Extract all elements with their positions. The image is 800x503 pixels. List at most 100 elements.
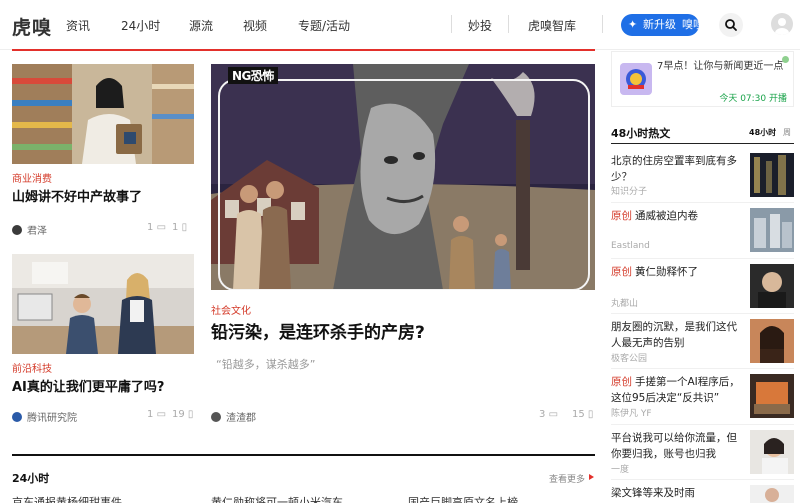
feature-title[interactable]: 铅污染，是连环杀手的产房?	[211, 318, 425, 343]
author-avatar	[12, 225, 22, 235]
hot-item-divider	[611, 313, 794, 314]
article-category[interactable]: 商业消费	[12, 170, 52, 185]
hot-tab-48h[interactable]: 48小时	[749, 127, 776, 138]
hot-item-source: Eastland	[611, 241, 650, 251]
article-title[interactable]: 山姆讲不好中产故事了	[12, 186, 142, 205]
nav-item-miaotou[interactable]: 妙投	[468, 17, 492, 34]
comment-icon: ▭	[156, 409, 167, 420]
hot-item-thumbnail	[750, 485, 794, 503]
search-icon	[725, 19, 737, 31]
hot-item-title: 原创 通威被迫内卷	[611, 210, 698, 222]
arrow-right-icon	[589, 474, 594, 480]
nav-item-video[interactable]: 视频	[243, 17, 267, 34]
nav-item-news[interactable]: 资讯	[66, 17, 90, 34]
upgrade-label: 新升级	[643, 18, 676, 31]
article-thumbnail[interactable]	[12, 254, 194, 354]
section-divider	[12, 454, 595, 456]
view-more-link[interactable]: 查看更多	[549, 472, 585, 485]
hot-list-item[interactable]: 原创 黄仁勋释怀了 丸都山	[611, 264, 794, 310]
nav-divider	[451, 15, 452, 33]
section-accent-line	[12, 49, 595, 51]
feature-badge: NG恐怖	[228, 67, 278, 84]
hot-item-source: 知识分子	[611, 187, 648, 197]
hot-item-thumbnail	[750, 374, 794, 418]
article-thumbnail[interactable]	[12, 64, 194, 164]
article-category[interactable]: 前沿科技	[12, 360, 52, 375]
upgrade-button[interactable]: ✦ 新升级嗅嗅会	[621, 14, 699, 36]
hot-item-divider	[611, 368, 794, 369]
favorite-count: 15 ▯	[572, 409, 594, 420]
nav-divider	[508, 15, 509, 33]
bookmark-icon: ▯	[181, 222, 188, 233]
hot-list-item[interactable]: 平台说我可以给你流量，但你要归我，账号也归我 一度	[611, 430, 794, 476]
nav-item-topics[interactable]: 专题/活动	[298, 17, 350, 34]
news-headline[interactable]: 京东通报黄杨细甜事件	[12, 494, 122, 503]
site-logo[interactable]: 虎嗅	[12, 13, 52, 40]
hot-item-divider	[611, 479, 794, 480]
hot-list-title: 48小时热文	[611, 127, 671, 140]
nav-divider	[602, 15, 603, 33]
nav-item-think-tank[interactable]: 虎嗅智库	[528, 17, 576, 34]
feature-quote: “铅越多，谋杀越多”	[216, 358, 316, 371]
hot-list-item[interactable]: 北京的住房空置率到底有多少？ 知识分子	[611, 153, 794, 199]
promo-status-dot	[782, 56, 789, 63]
hot-item-thumbnail	[750, 208, 794, 252]
hot-item-source: 陈伊凡 YF	[611, 409, 652, 419]
user-icon	[775, 18, 789, 35]
hot-item-thumbnail	[750, 319, 794, 363]
news-headline[interactable]: 国产巨脚高原文名上榜	[408, 494, 518, 503]
hot-item-divider	[611, 202, 794, 203]
feature-image[interactable]: NG恐怖	[211, 64, 595, 290]
promo-text: 7早点！让你与新闻更近一点	[657, 61, 784, 72]
nav-item-origin[interactable]: 源流	[189, 17, 213, 34]
hot-item-source: 丸都山	[611, 299, 639, 309]
hot-item-title: 原创 黄仁勋释怀了	[611, 266, 698, 278]
comment-count: 1 ▭	[147, 409, 167, 420]
hot-item-title: 梁文锋等来及时雨	[611, 487, 695, 499]
author-name: 腾讯研究院	[27, 413, 77, 424]
hot-list-item[interactable]: 原创 通威被迫内卷 Eastland	[611, 208, 794, 254]
promo-time: 今天 07:30 开播	[719, 94, 787, 104]
hot-item-title: 北京的住房空置率到底有多少？	[611, 155, 737, 183]
author-name: 渣渣郡	[226, 413, 256, 424]
upgrade-sub-label: 嗅嗅会	[682, 18, 699, 31]
news-headline[interactable]: 黄仁勋称将可一顿小米汽车	[211, 494, 343, 503]
section-title-24h: 24小时	[12, 472, 50, 485]
hot-list-item[interactable]: 朋友圈的沉默，是我们这代人最无声的告别 极客公园	[611, 319, 794, 365]
live-promo-card[interactable]: 7早点！让你与新闻更近一点 今天 07:30 开播	[611, 51, 794, 107]
comment-icon: ▭	[548, 409, 559, 420]
hot-item-source: 极客公园	[611, 354, 648, 364]
hot-item-divider	[611, 258, 794, 259]
sparkle-icon: ✦	[628, 18, 638, 31]
hot-item-title: 原创 手搓第一个AI程序后，这位95后决定“反共识”	[611, 376, 740, 404]
hot-tab-week[interactable]: 周	[783, 127, 791, 138]
search-button[interactable]	[719, 13, 743, 37]
bookmark-icon: ▯	[587, 409, 594, 420]
feature-category[interactable]: 社会文化	[211, 302, 251, 317]
favorite-count: 19 ▯	[172, 409, 194, 420]
comment-icon: ▭	[156, 222, 167, 233]
article-title[interactable]: AI真的让我们更平庸了吗?	[12, 376, 164, 395]
promo-logo	[620, 63, 652, 95]
author-name: 君泽	[27, 226, 47, 237]
hot-item-thumbnail	[750, 264, 794, 308]
hot-list-item[interactable]: 原创 手搓第一个AI程序后，这位95后决定“反共识” 陈伊凡 YF	[611, 374, 794, 420]
hot-item-thumbnail	[750, 153, 794, 197]
bookmark-icon: ▯	[187, 409, 194, 420]
author-avatar	[12, 412, 22, 422]
hot-list-divider	[611, 143, 794, 144]
article-author[interactable]: 君泽	[12, 222, 47, 237]
hot-list-item[interactable]: 梁文锋等来及时雨	[611, 485, 794, 503]
comment-count: 3 ▭	[539, 409, 559, 420]
hot-item-title: 平台说我可以给你流量，但你要归我，账号也归我	[611, 432, 737, 460]
hot-item-source: 一度	[611, 465, 630, 475]
hot-item-thumbnail	[750, 430, 794, 474]
article-author[interactable]: 腾讯研究院	[12, 409, 77, 424]
comment-count: 1 ▭	[147, 222, 167, 233]
nav-item-24h[interactable]: 24小时	[121, 17, 160, 34]
user-avatar-button[interactable]	[771, 13, 793, 35]
favorite-count: 1 ▯	[172, 222, 188, 233]
feature-author[interactable]: 渣渣郡	[211, 409, 256, 424]
hot-item-title: 朋友圈的沉默，是我们这代人最无声的告别	[611, 321, 737, 349]
author-avatar	[211, 412, 221, 422]
